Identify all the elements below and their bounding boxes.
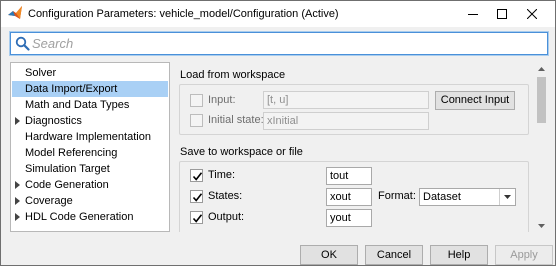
initial-state-checkbox[interactable] bbox=[190, 114, 203, 127]
time-checkbox[interactable] bbox=[190, 169, 203, 182]
format-select[interactable]: Dataset bbox=[419, 188, 516, 206]
tree-item-coverage[interactable]: Coverage bbox=[12, 193, 168, 209]
save-section-title: Save to workspace or file bbox=[180, 146, 303, 158]
tree-item-code-generation[interactable]: Code Generation bbox=[12, 177, 168, 193]
input-checkbox[interactable] bbox=[190, 94, 203, 107]
tree-item-simulation-target[interactable]: Simulation Target bbox=[12, 161, 168, 177]
tree-item-label: Math and Data Types bbox=[25, 99, 130, 111]
states-checkbox[interactable] bbox=[190, 190, 203, 203]
time-field[interactable]: tout bbox=[326, 167, 372, 185]
matlab-logo-icon bbox=[7, 5, 23, 21]
tree-item-hdl-code-generation[interactable]: HDL Code Generation bbox=[12, 209, 168, 225]
scroll-up-icon[interactable] bbox=[535, 62, 548, 75]
tree-item-math-and-data-types[interactable]: Math and Data Types bbox=[12, 97, 168, 113]
load-group: Input: [t, u] Connect Input Initial stat… bbox=[179, 84, 529, 135]
states-label: States: bbox=[208, 190, 243, 202]
expand-arrow-icon[interactable] bbox=[15, 197, 20, 205]
cancel-button[interactable]: Cancel bbox=[365, 245, 423, 265]
output-label: Output: bbox=[208, 211, 245, 223]
vertical-scrollbar[interactable] bbox=[535, 62, 548, 232]
scrollbar-thumb[interactable] bbox=[537, 77, 546, 123]
config-dialog: Configuration Parameters: vehicle_model/… bbox=[0, 0, 556, 266]
states-field[interactable]: xout bbox=[326, 188, 372, 206]
initial-state-field[interactable]: xInitial bbox=[263, 112, 429, 130]
tree-item-model-referencing[interactable]: Model Referencing bbox=[12, 145, 168, 161]
tree-item-label: Code Generation bbox=[25, 179, 109, 191]
tree-item-data-import-export[interactable]: Data Import/Export bbox=[12, 81, 168, 97]
scroll-down-icon[interactable] bbox=[535, 219, 548, 232]
minimize-button[interactable] bbox=[458, 1, 488, 27]
tree-item-label: Hardware Implementation bbox=[25, 131, 151, 143]
checkmark-icon bbox=[192, 172, 203, 181]
dialog-button-bar: OK Cancel Help Apply bbox=[1, 239, 555, 266]
initial-state-label: Initial state: bbox=[208, 114, 264, 126]
maximize-button[interactable] bbox=[487, 1, 517, 27]
tree-item-label: Coverage bbox=[25, 195, 73, 207]
window-title: Configuration Parameters: vehicle_model/… bbox=[28, 8, 339, 20]
expand-arrow-icon[interactable] bbox=[15, 117, 20, 125]
apply-button[interactable]: Apply bbox=[495, 245, 553, 265]
output-checkbox[interactable] bbox=[190, 211, 203, 224]
tree-item-hardware-implementation[interactable]: Hardware Implementation bbox=[12, 129, 168, 145]
chevron-down-icon[interactable] bbox=[499, 189, 515, 205]
tree-item-diagnostics[interactable]: Diagnostics bbox=[12, 113, 168, 129]
tree-item-label: HDL Code Generation bbox=[25, 211, 134, 223]
checkmark-icon bbox=[192, 214, 203, 223]
load-section-title: Load from workspace bbox=[180, 69, 286, 81]
input-label: Input: bbox=[208, 94, 236, 106]
time-label: Time: bbox=[208, 169, 236, 181]
expand-arrow-icon[interactable] bbox=[15, 181, 20, 189]
output-field[interactable]: yout bbox=[326, 209, 372, 227]
tree-item-solver[interactable]: Solver bbox=[12, 65, 168, 81]
help-button[interactable]: Help bbox=[430, 245, 488, 265]
tree-item-label: Model Referencing bbox=[25, 147, 118, 159]
tree-item-label: Simulation Target bbox=[25, 163, 110, 175]
checkmark-icon bbox=[192, 193, 203, 202]
search-input[interactable] bbox=[32, 34, 537, 53]
ok-button[interactable]: OK bbox=[300, 245, 358, 265]
expand-arrow-icon[interactable] bbox=[15, 213, 20, 221]
connect-input-button[interactable]: Connect Input bbox=[435, 91, 515, 110]
save-group: Time: tout States: xout Format: Dataset … bbox=[179, 161, 529, 232]
tree-item-label: Solver bbox=[25, 67, 57, 79]
settings-panel: Load from workspace Input: [t, u] Connec… bbox=[177, 62, 534, 232]
search-box[interactable] bbox=[10, 32, 548, 55]
category-tree: Solver Data Import/Export Math and Data … bbox=[10, 62, 170, 232]
input-field[interactable]: [t, u] bbox=[263, 91, 429, 109]
format-select-value: Dataset bbox=[423, 191, 461, 203]
title-bar: Configuration Parameters: vehicle_model/… bbox=[1, 1, 555, 27]
search-icon bbox=[15, 36, 30, 51]
tree-item-label: Data Import/Export bbox=[25, 83, 118, 95]
tree-item-label: Diagnostics bbox=[25, 115, 82, 127]
close-button[interactable] bbox=[517, 1, 547, 27]
format-label: Format: bbox=[378, 190, 416, 202]
